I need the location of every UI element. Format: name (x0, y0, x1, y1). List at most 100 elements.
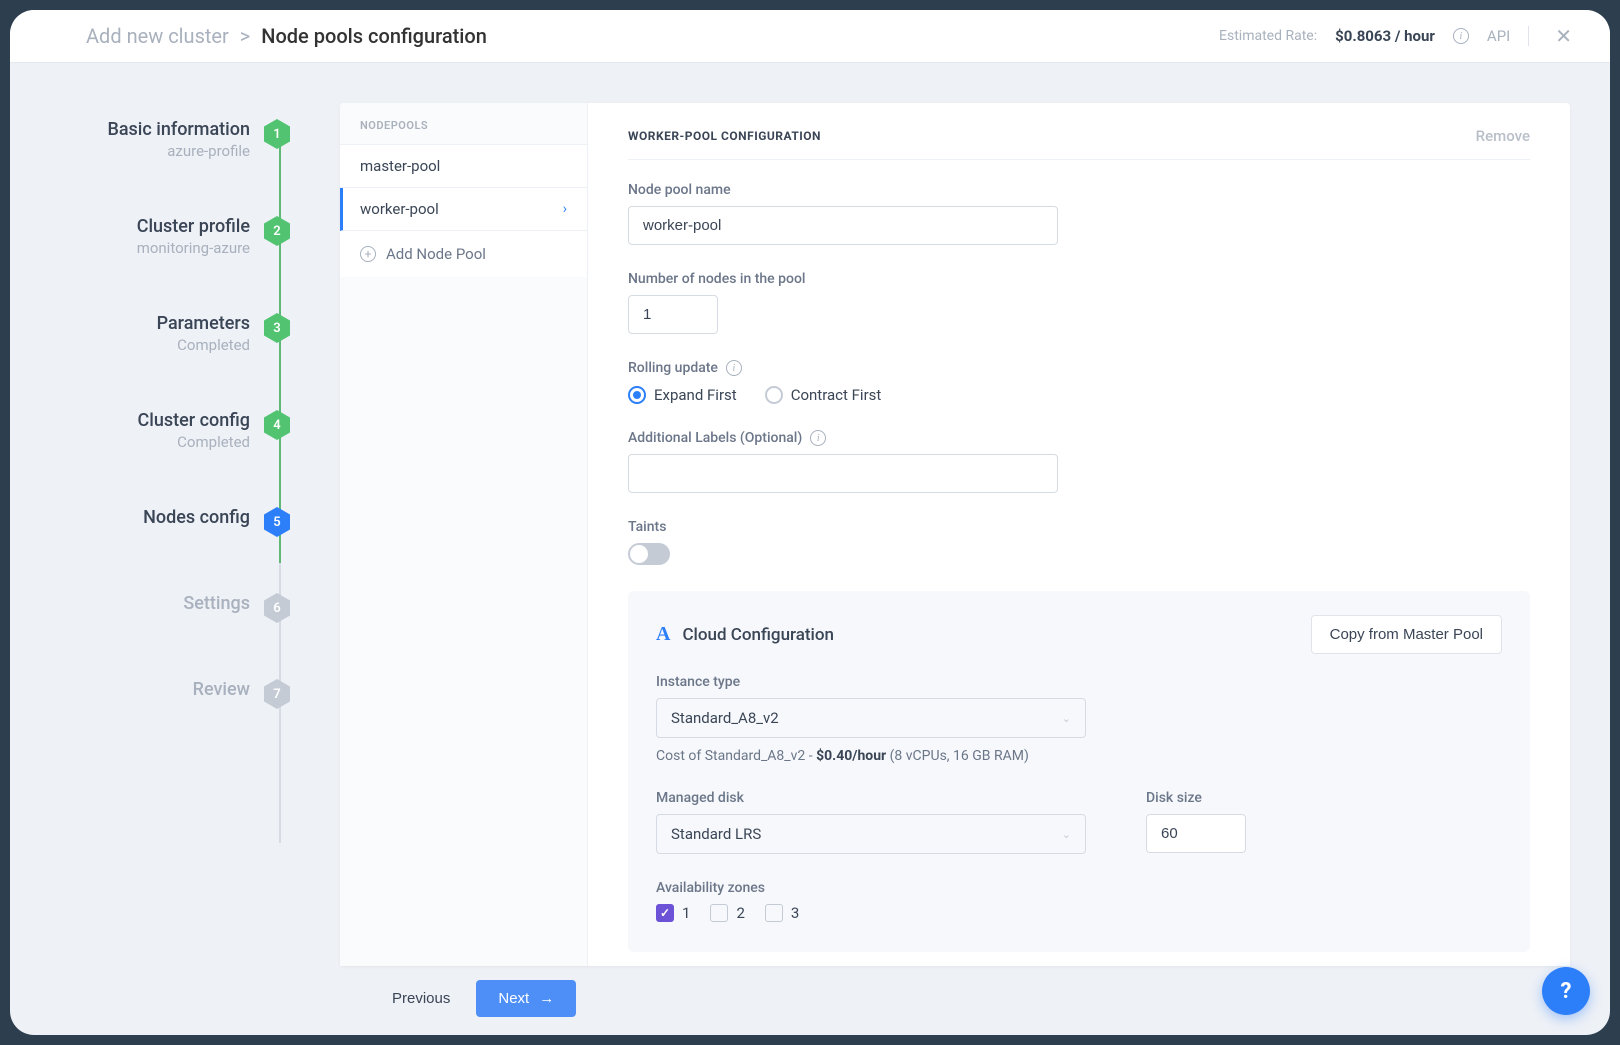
instance-cost-text: Cost of Standard_A8_v2 - $0.40/hour (8 v… (656, 748, 1502, 764)
step-title: Nodes config (143, 507, 250, 528)
panel: NODEPOOLS master-pool worker-pool › + Ad… (340, 103, 1570, 966)
rolling-update-group: Rolling update i Expand First Contract F… (628, 360, 1530, 404)
api-link[interactable]: API (1487, 27, 1510, 45)
pool-name-group: Node pool name (628, 182, 1530, 245)
form-area: WORKER-POOL CONFIGURATION Remove Node po… (588, 103, 1570, 966)
disk-size-group: Disk size (1146, 790, 1246, 854)
step-title: Cluster config (138, 410, 250, 431)
add-pool-label: Add Node Pool (386, 245, 486, 263)
wizard-window: Add new cluster > Node pools configurati… (10, 10, 1610, 1035)
zone-checkbox-3[interactable]: 3 (765, 904, 799, 922)
header-right: Estimated Rate: $0.8063 / hour i API ✕ (1219, 24, 1580, 48)
pool-name-label: Node pool name (628, 182, 1530, 198)
divider (1528, 26, 1529, 46)
cloud-configuration-box: A Cloud Configuration Copy from Master P… (628, 591, 1530, 952)
step-hexagon-icon: 3 (264, 313, 290, 343)
radio-expand-first[interactable]: Expand First (628, 386, 737, 404)
form-title: WORKER-POOL CONFIGURATION (628, 129, 821, 143)
chevron-down-icon: ⌄ (1062, 712, 1071, 725)
step-hexagon-icon: 5 (264, 507, 290, 537)
node-pools-list: NODEPOOLS master-pool worker-pool › + Ad… (340, 103, 588, 966)
info-icon[interactable]: i (726, 360, 742, 376)
zone-checkbox-1[interactable]: ✓ 1 (656, 904, 690, 922)
managed-disk-group: Managed disk Standard LRS ⌄ (656, 790, 1086, 854)
step-cluster-profile[interactable]: Cluster profile monitoring-azure 2 (10, 216, 300, 257)
step-hexagon-icon: 7 (264, 679, 290, 709)
breadcrumb-current: Node pools configuration (261, 24, 487, 48)
wizard-footer: Previous Next → (340, 966, 1570, 1035)
instance-type-label: Instance type (656, 674, 1502, 690)
step-basic-information[interactable]: Basic information azure-profile 1 (10, 119, 300, 160)
step-title: Parameters (157, 313, 250, 334)
step-hexagon-icon: 2 (264, 216, 290, 246)
step-title: Settings (183, 593, 250, 614)
plus-circle-icon: + (360, 246, 376, 262)
close-icon[interactable]: ✕ (1547, 24, 1580, 48)
cloud-config-title: A Cloud Configuration (656, 623, 834, 646)
rate-value: $0.8063 / hour (1335, 27, 1435, 45)
managed-disk-select[interactable]: Standard LRS ⌄ (656, 814, 1086, 854)
managed-disk-label: Managed disk (656, 790, 1086, 806)
pools-header: NODEPOOLS (340, 103, 587, 145)
step-cluster-config[interactable]: Cluster config Completed 4 (10, 410, 300, 451)
step-hexagon-icon: 4 (264, 410, 290, 440)
labels-input[interactable] (628, 454, 1058, 493)
step-title: Cluster profile (137, 216, 250, 237)
node-count-group: Number of nodes in the pool (628, 271, 1530, 334)
step-settings[interactable]: Settings 6 (10, 593, 300, 623)
instance-type-select[interactable]: Standard_A8_v2 ⌄ (656, 698, 1086, 738)
taints-toggle[interactable] (628, 543, 670, 565)
body: Basic information azure-profile 1 Cluste… (10, 63, 1610, 1035)
checkbox-icon (765, 904, 783, 922)
info-icon[interactable]: i (1453, 28, 1469, 44)
remove-button[interactable]: Remove (1476, 127, 1530, 145)
breadcrumb-sep: > (240, 24, 250, 48)
form-header: WORKER-POOL CONFIGURATION Remove (628, 127, 1530, 160)
next-button[interactable]: Next → (476, 980, 576, 1017)
step-review[interactable]: Review 7 (10, 679, 300, 709)
rolling-update-label: Rolling update i (628, 360, 1530, 376)
azure-icon: A (656, 623, 670, 646)
step-sub: monitoring-azure (137, 239, 250, 257)
labels-group: Additional Labels (Optional) i (628, 430, 1530, 493)
step-sub: azure-profile (107, 142, 250, 160)
radio-icon (628, 386, 646, 404)
chevron-down-icon: ⌄ (1062, 828, 1071, 841)
step-nodes-config[interactable]: Nodes config 5 (10, 507, 300, 537)
add-node-pool-button[interactable]: + Add Node Pool (340, 231, 587, 277)
pool-item-master[interactable]: master-pool (340, 145, 587, 188)
breadcrumb: Add new cluster > Node pools configurati… (86, 24, 487, 48)
pool-name-input[interactable] (628, 206, 1058, 245)
zones-group: Availability zones ✓ 1 2 (656, 880, 1502, 922)
zones-label: Availability zones (656, 880, 1502, 896)
labels-label: Additional Labels (Optional) i (628, 430, 1530, 446)
help-fab-button[interactable]: ? (1542, 967, 1590, 1015)
node-count-label: Number of nodes in the pool (628, 271, 1530, 287)
disk-size-label: Disk size (1146, 790, 1246, 806)
pool-label: master-pool (360, 157, 440, 175)
instance-type-group: Instance type Standard_A8_v2 ⌄ Cost of S… (656, 674, 1502, 764)
breadcrumb-root: Add new cluster (86, 24, 229, 48)
previous-button[interactable]: Previous (380, 982, 462, 1015)
step-parameters[interactable]: Parameters Completed 3 (10, 313, 300, 354)
pool-item-worker[interactable]: worker-pool › (340, 188, 587, 231)
step-hexagon-icon: 1 (264, 119, 290, 149)
step-hexagon-icon: 6 (264, 593, 290, 623)
node-count-input[interactable] (628, 295, 718, 334)
taints-group: Taints (628, 519, 1530, 565)
steps-sidebar: Basic information azure-profile 1 Cluste… (10, 63, 300, 1035)
radio-contract-first[interactable]: Contract First (765, 386, 882, 404)
step-title: Basic information (107, 119, 250, 140)
header: Add new cluster > Node pools configurati… (10, 10, 1610, 63)
disk-size-input[interactable] (1146, 814, 1246, 853)
toggle-knob-icon (630, 545, 648, 563)
taints-label: Taints (628, 519, 1530, 535)
step-sub: Completed (138, 433, 250, 451)
radio-icon (765, 386, 783, 404)
copy-from-master-button[interactable]: Copy from Master Pool (1311, 615, 1502, 654)
pool-label: worker-pool (360, 200, 439, 218)
rate-label: Estimated Rate: (1219, 28, 1317, 44)
chevron-right-icon: › (563, 201, 567, 217)
zone-checkbox-2[interactable]: 2 (710, 904, 744, 922)
info-icon[interactable]: i (810, 430, 826, 446)
